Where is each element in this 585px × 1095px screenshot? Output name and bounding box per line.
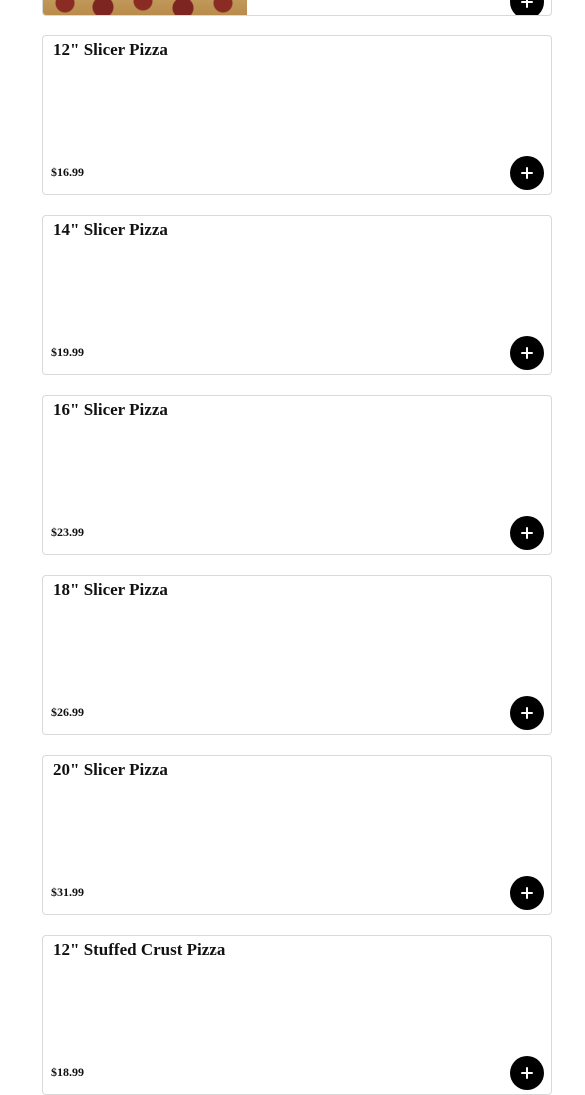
menu-item-card[interactable]: 12" Stuffed Crust Pizza $18.99 <box>42 935 552 1095</box>
pizza-photo <box>43 0 247 15</box>
item-name: 12" Slicer Pizza <box>53 40 168 59</box>
plus-icon <box>510 156 544 190</box>
item-price: $18.99 <box>51 1065 84 1079</box>
item-name: 18" Slicer Pizza <box>53 580 168 599</box>
menu-item-card[interactable]: 12" Slicer Pizza $16.99 <box>42 35 552 195</box>
plus-icon <box>510 1056 544 1090</box>
plus-icon <box>510 0 544 15</box>
plus-icon <box>510 696 544 730</box>
menu-item-card[interactable]: 16" Slicer Pizza $23.99 <box>42 395 552 555</box>
menu-item-card[interactable]: 14" Slicer Pizza $19.99 <box>42 215 552 375</box>
add-to-cart-button[interactable] <box>510 156 544 190</box>
plus-icon <box>510 876 544 910</box>
item-price: $16.99 <box>51 165 84 179</box>
plus-icon <box>510 336 544 370</box>
add-to-cart-button[interactable] <box>510 0 544 15</box>
item-price: $23.99 <box>51 525 84 539</box>
menu-item-card[interactable]: 18" Slicer Pizza $26.99 <box>42 575 552 735</box>
add-to-cart-button[interactable] <box>510 336 544 370</box>
menu-item-card[interactable]: 20" Slicer Pizza $31.99 <box>42 755 552 915</box>
menu-item-card-partial[interactable] <box>42 0 552 16</box>
item-price: $26.99 <box>51 705 84 719</box>
add-to-cart-button[interactable] <box>510 876 544 910</box>
item-price: $31.99 <box>51 885 84 899</box>
add-to-cart-button[interactable] <box>510 696 544 730</box>
plus-icon <box>510 516 544 550</box>
item-price: $19.99 <box>51 345 84 359</box>
item-name: 12" Stuffed Crust Pizza <box>53 940 226 959</box>
item-name: 20" Slicer Pizza <box>53 760 168 779</box>
item-name: 16" Slicer Pizza <box>53 400 168 419</box>
add-to-cart-button[interactable] <box>510 1056 544 1090</box>
add-to-cart-button[interactable] <box>510 516 544 550</box>
item-name: 14" Slicer Pizza <box>53 220 168 239</box>
